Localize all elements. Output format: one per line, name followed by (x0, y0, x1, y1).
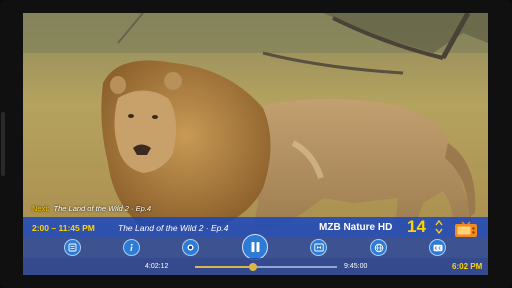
device-side-button (1, 112, 5, 176)
progress-bar: 4:02:12 9:45:00 6:02 PM (23, 258, 488, 275)
record-button[interactable] (182, 239, 199, 256)
program-time-range: 2:00 – 11:45 PM (32, 223, 95, 233)
info-button[interactable] (123, 239, 140, 256)
channel-up-down-icon[interactable] (435, 219, 443, 235)
info-icon (130, 243, 133, 251)
program-title: The Land of the Wild 2 · Ep.4 (118, 223, 229, 233)
closed-captions-icon (433, 244, 442, 251)
next-program-line: Next: The Land of the Wild 2 · Ep.4 (32, 204, 151, 213)
elapsed-time: 4:02:12 (145, 263, 169, 270)
seek-track-fill (195, 266, 254, 268)
picture-in-picture-button[interactable] (310, 239, 327, 256)
closed-captions-button[interactable] (429, 239, 446, 256)
current-clock: 6:02 PM (452, 262, 483, 271)
tv-guide-icon[interactable] (454, 218, 478, 237)
seek-thumb[interactable] (249, 263, 258, 271)
picture-in-picture-icon (313, 243, 324, 252)
language-button[interactable] (370, 239, 387, 256)
list-button[interactable] (64, 239, 81, 256)
record-icon (187, 244, 194, 251)
globe-icon (374, 243, 383, 252)
channel-number: 14 (407, 217, 426, 236)
playback-controls (23, 234, 488, 260)
seek-track[interactable] (195, 263, 337, 271)
list-icon (68, 243, 77, 252)
pause-button[interactable] (242, 234, 268, 260)
next-label: Next: (32, 204, 50, 213)
total-time: 9:45:00 (344, 263, 368, 270)
device-frame: Next: The Land of the Wild 2 · Ep.4 2:00 … (0, 0, 512, 288)
video-screen[interactable]: Next: The Land of the Wild 2 · Ep.4 2:00 … (23, 13, 488, 275)
pause-icon (251, 242, 259, 252)
next-program-title: The Land of the Wild 2 · Ep.4 (53, 204, 152, 213)
channel-name: MZB Nature HD (319, 222, 393, 233)
